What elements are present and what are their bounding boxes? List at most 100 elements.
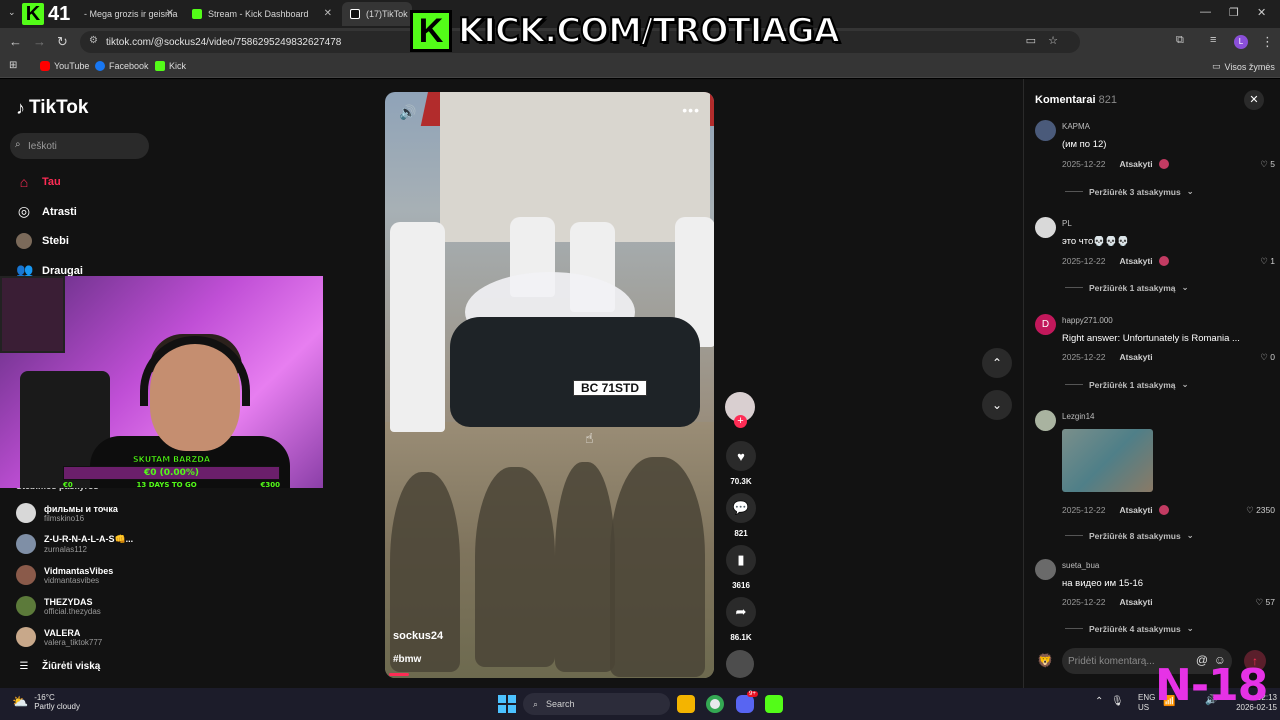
tiktok-note-icon: ♪ xyxy=(16,97,25,118)
close-comments-button[interactable]: ✕ xyxy=(1244,90,1264,110)
close-window-icon[interactable]: ✕ xyxy=(1257,6,1266,19)
taskbar-search[interactable]: ⌕ Search xyxy=(523,693,670,715)
reload-icon[interactable]: ↻ xyxy=(57,34,68,50)
comment-input-placeholder: Pridėti komentarą... xyxy=(1068,655,1155,667)
share-button[interactable]: ➦ 86.1K xyxy=(725,597,757,642)
following-item[interactable]: фильмы и точка filmskino16 xyxy=(16,503,118,523)
tab-tiktok[interactable]: (17)TikTok - xyxy=(342,2,412,26)
tab-label: - Mega grozis ir geisma xyxy=(84,9,178,19)
avatar[interactable]: D xyxy=(1035,314,1056,335)
follow-plus-icon[interactable]: + xyxy=(734,415,747,428)
media-controls-icon[interactable]: ≡ xyxy=(1210,34,1216,46)
file-explorer-icon[interactable] xyxy=(677,695,695,713)
video-author[interactable]: sockus24 xyxy=(393,630,443,642)
chrome-icon[interactable] xyxy=(706,695,724,713)
save-button[interactable]: ▮ 3616 xyxy=(725,545,757,590)
following-item[interactable]: VALERA valera_tiktok777 xyxy=(16,627,102,647)
mouse-cursor-icon: ☝ xyxy=(585,430,594,446)
following-item[interactable]: Z-U-R-N-A-L-A-S👊... zurnalas112 xyxy=(16,534,133,554)
reply-button[interactable]: Atsakyti xyxy=(1119,256,1152,266)
avatar[interactable] xyxy=(1035,410,1056,431)
tab-list-chevron-icon[interactable]: ⌄ xyxy=(8,7,16,18)
weather-widget[interactable]: ⛅ -16°C Partly cloudy xyxy=(12,693,80,711)
view-replies-button[interactable]: Peržiūrėk 1 atsakymą ⌄ xyxy=(1065,282,1189,293)
bookmark-kick[interactable]: Kick xyxy=(155,61,186,71)
avatar[interactable] xyxy=(1035,559,1056,580)
next-video-avatar[interactable] xyxy=(726,650,754,678)
profile-avatar[interactable]: L xyxy=(1234,35,1248,49)
comment-button[interactable]: 💬 821 xyxy=(725,493,757,538)
volume-icon[interactable]: 🔊 xyxy=(399,104,416,121)
comment-text: (им по 12) xyxy=(1062,139,1107,150)
reply-button[interactable]: Atsakyti xyxy=(1119,505,1152,515)
avatar[interactable] xyxy=(1035,217,1056,238)
forward-icon[interactable]: → xyxy=(33,34,46,49)
following-handle: filmskino16 xyxy=(44,513,85,523)
comment-username[interactable]: Lezgin14 xyxy=(1062,412,1094,421)
bookmark-facebook[interactable]: Facebook xyxy=(95,61,149,71)
bookmark-youtube[interactable]: YouTube xyxy=(40,61,89,71)
reply-button[interactable]: Atsakyti xyxy=(1119,597,1152,607)
kick-app-icon[interactable] xyxy=(765,695,783,713)
creator-liked-icon xyxy=(1158,256,1169,266)
cast-icon[interactable]: ▭ xyxy=(1026,34,1036,47)
nav-atrasti[interactable]: ◎ Atrasti xyxy=(16,203,77,220)
comment-username[interactable]: PL xyxy=(1062,219,1072,228)
all-bookmarks[interactable]: ▭ Visos žymės xyxy=(1212,61,1275,72)
see-all-label: Žiūrėti viską xyxy=(42,661,101,672)
reply-button[interactable]: Atsakyti xyxy=(1119,159,1152,169)
apps-grid-icon[interactable]: ⊞ xyxy=(9,60,17,71)
following-item[interactable]: THEZYDAS official.thezydas xyxy=(16,596,101,616)
browser-menu-icon[interactable]: ⋮ xyxy=(1261,34,1274,50)
minimize-icon[interactable]: — xyxy=(1200,6,1211,18)
search-input[interactable]: ⌕ Ieškoti xyxy=(10,133,149,159)
video-progress-bar[interactable] xyxy=(389,673,409,676)
nav-stebi[interactable]: Stebi xyxy=(16,233,69,249)
tiktok-logo[interactable]: ♪ TikTok xyxy=(16,97,88,119)
view-replies-button[interactable]: Peržiūrėk 4 atsakymus ⌄ xyxy=(1065,623,1194,634)
heart-outline-icon: ♡ xyxy=(1246,505,1254,515)
maximize-icon[interactable]: ❐ xyxy=(1229,6,1239,19)
view-replies-button[interactable]: Peržiūrėk 1 atsakymą ⌄ xyxy=(1065,379,1189,390)
comment-item: D happy271.000 Right answer: Unfortunate… xyxy=(1035,314,1275,394)
video-caption[interactable]: #bmw xyxy=(393,654,421,665)
comment-username[interactable]: happy271.000 xyxy=(1062,316,1113,325)
see-all-link[interactable]: ☰ Žiūrėti viską xyxy=(16,661,101,672)
back-icon[interactable]: ← xyxy=(9,34,22,49)
windows-start-icon[interactable] xyxy=(498,695,516,713)
comment-like-button[interactable]: ♡ 2350 xyxy=(1246,505,1275,516)
comment-like-button[interactable]: ♡ 0 xyxy=(1260,352,1275,363)
site-info-icon[interactable]: ⚙ xyxy=(89,35,98,46)
bookmark-star-icon[interactable]: ☆ xyxy=(1048,34,1058,47)
tab-close-icon[interactable]: ✕ xyxy=(324,8,332,19)
discord-icon[interactable] xyxy=(736,695,754,713)
avatar[interactable] xyxy=(1035,120,1056,141)
following-item[interactable]: VidmantasVibes vidmantasvibes xyxy=(16,565,113,585)
chevron-up-icon[interactable]: ⌃ xyxy=(1095,696,1103,707)
user-avatar-icon: 🦁 xyxy=(1037,653,1054,668)
tab-mega-grozis[interactable]: - Mega grozis ir geisma ✕ xyxy=(76,2,182,26)
language-indicator[interactable]: ENG US xyxy=(1138,693,1155,713)
more-options-icon[interactable]: ••• xyxy=(682,102,700,118)
comment-image[interactable] xyxy=(1062,429,1153,492)
nav-tau[interactable]: ⌂ Tau xyxy=(16,174,61,190)
reply-button[interactable]: Atsakyti xyxy=(1119,352,1152,362)
comment-like-button[interactable]: ♡ 5 xyxy=(1260,159,1275,170)
comment-like-count: 2350 xyxy=(1256,505,1275,515)
microphone-icon[interactable]: 🎙 xyxy=(1111,696,1124,707)
comment-username[interactable]: sueta_bua xyxy=(1062,561,1099,570)
previous-video-button[interactable]: ⌃ xyxy=(982,348,1012,378)
tab-close-icon[interactable]: ✕ xyxy=(166,8,174,19)
view-replies-button[interactable]: Peržiūrėk 8 atsakymus ⌄ xyxy=(1065,530,1194,541)
tab-kick-dashboard[interactable]: Stream - Kick Dashboard ✕ xyxy=(184,2,340,26)
tab-label: Stream - Kick Dashboard xyxy=(208,9,309,19)
comment-like-button[interactable]: ♡ 1 xyxy=(1260,256,1275,267)
video-player[interactable]: BC 71STD 🔊 ••• ☝ sockus24 #bmw xyxy=(385,92,714,678)
comment-like-button[interactable]: ♡ 57 xyxy=(1256,597,1275,608)
comment-username[interactable]: ΚΑΡΜΑ xyxy=(1062,122,1090,131)
sub-goal-current: €0 xyxy=(63,481,73,489)
extensions-icon[interactable]: ⧉ xyxy=(1176,34,1184,47)
next-video-button[interactable]: ⌄ xyxy=(982,390,1012,420)
like-button[interactable]: ♥ 70.3K xyxy=(725,441,757,486)
view-replies-button[interactable]: Peržiūrėk 3 atsakymus ⌄ xyxy=(1065,186,1194,197)
